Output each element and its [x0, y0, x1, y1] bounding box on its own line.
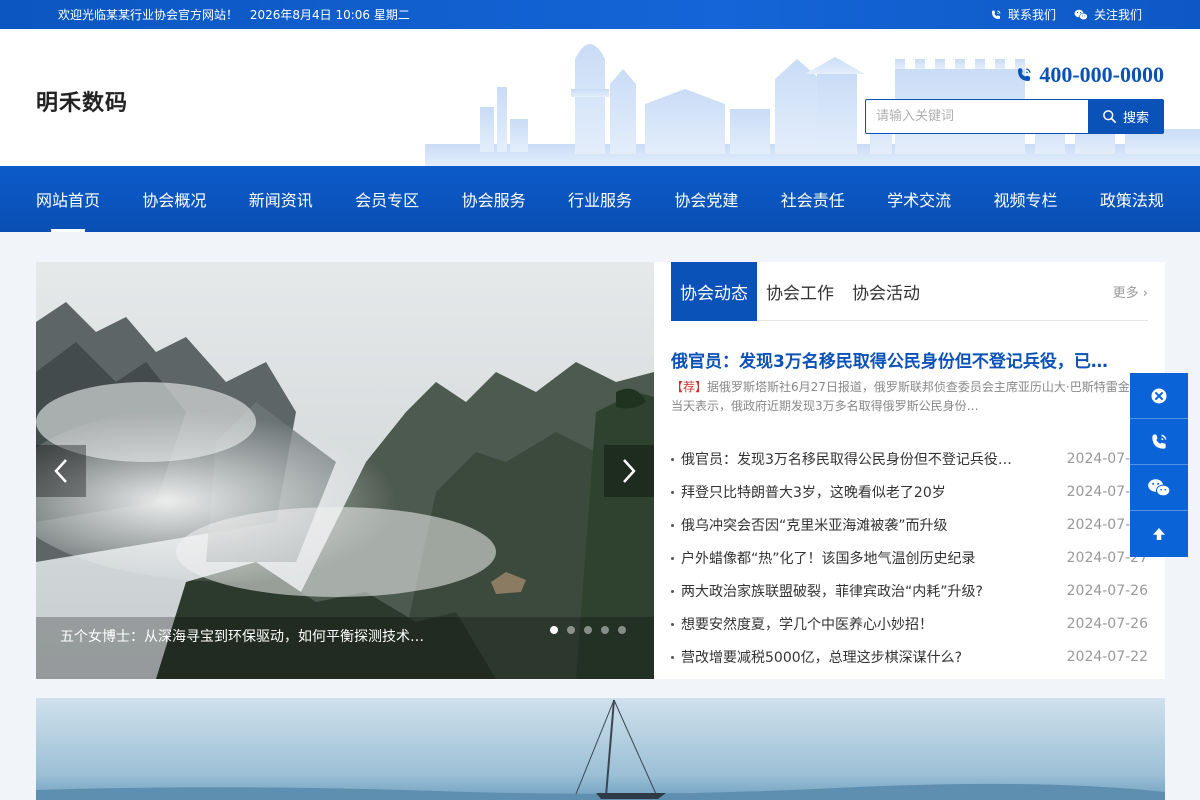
nav-item-about[interactable]: 协会概况 [142, 166, 206, 232]
back-to-top-button[interactable] [1130, 511, 1188, 557]
main-section: 五个女博士：从深海寻宝到环保驱动，如何平衡探测技术… 协会动态 协会工作 协会活… [36, 261, 1165, 679]
close-floatbar-button[interactable] [1130, 373, 1188, 419]
slider-dot[interactable] [584, 626, 592, 634]
wechat-icon [1148, 478, 1171, 496]
slider-dot[interactable] [567, 626, 575, 634]
list-item-title[interactable]: 两大政治家族联盟破裂，菲律宾政治“内耗”升级? [671, 581, 1051, 601]
nav-item-party-building[interactable]: 协会党建 [674, 166, 738, 232]
search-box: 搜索 [865, 99, 1164, 134]
search-button-label: 搜索 [1122, 111, 1149, 126]
city-skyline-illustration [425, 44, 1200, 166]
mountain-photo [36, 262, 654, 679]
secondary-banner[interactable] [36, 698, 1165, 800]
search-icon [1103, 110, 1116, 123]
main-nav: 网站首页 协会概况 新闻资讯 会员专区 协会服务 行业服务 协会党建 社会责任 … [0, 166, 1200, 232]
floating-toolbar [1130, 373, 1188, 557]
tab-association-work[interactable]: 协会工作 [757, 262, 843, 321]
chevron-left-icon [54, 459, 67, 483]
phone-icon [991, 10, 1001, 19]
slider-dot[interactable] [601, 626, 609, 634]
list-item[interactable]: 想要安然度夏，学几个中医养心小妙招！ 2024-07-26 [671, 607, 1148, 640]
nav-item-news[interactable]: 新闻资讯 [249, 166, 313, 232]
nav-item-social-responsibility[interactable]: 社会责任 [781, 166, 845, 232]
tab-association-news[interactable]: 协会动态 [671, 261, 757, 321]
welcome-text: 欢迎光临某某行业协会官方网站！ [58, 8, 239, 22]
list-item[interactable]: 俄官员：发现3万名移民取得公民身份但不登记兵役… 2024-07-28 [671, 442, 1148, 475]
news-tabs: 协会动态 协会工作 协会活动 更多 › [671, 261, 1148, 321]
site-header: 明禾数码 400-000-0000 搜索 [0, 29, 1200, 166]
list-item-date: 2024-07-26 [1066, 582, 1148, 599]
top-bar: 欢迎光临某某行业协会官方网站！ 2026年8月4日 10:06 星期二 联系我们… [0, 0, 1200, 29]
search-button[interactable]: 搜索 [1088, 100, 1163, 133]
nav-item-members[interactable]: 会员专区 [355, 166, 419, 232]
list-item[interactable]: 俄乌冲突会否因“克里米亚海滩被袭”而升级 2024-07-27 [671, 508, 1148, 541]
nav-item-association-services[interactable]: 协会服务 [462, 166, 526, 232]
list-item-title[interactable]: 营改增要减税5000亿，总理这步棋深谋什么? [671, 647, 1051, 667]
phone-icon [1152, 434, 1167, 449]
contact-label: 联系我们 [1007, 8, 1056, 22]
summary-text: 据俄罗斯塔斯社6月27日报道，俄罗斯联邦侦查委员会主席亚历山大·巴斯特雷金当天表… [671, 380, 1130, 413]
list-item-date: 2024-07-22 [1066, 648, 1148, 665]
featured-summary: 【荐】据俄罗斯塔斯社6月27日报道，俄罗斯联邦侦查委员会主席亚历山大·巴斯特雷金… [671, 378, 1141, 416]
sailboat-photo [36, 698, 1165, 800]
list-item[interactable]: 两大政治家族联盟破裂，菲律宾政治“内耗”升级? 2024-07-26 [671, 574, 1148, 607]
list-item[interactable]: 营改增要减税5000亿，总理这步棋深谋什么? 2024-07-22 [671, 640, 1148, 673]
more-link[interactable]: 更多 › [1113, 282, 1148, 301]
news-panel: 协会动态 协会工作 协会活动 更多 › 俄官员：发现3万名移民取得公民身份但不登… [654, 261, 1165, 679]
list-item-date: 2024-07-26 [1066, 615, 1148, 632]
recommend-tag: 【荐】 [671, 380, 708, 394]
image-slider[interactable]: 五个女博士：从深海寻宝到环保驱动，如何平衡探测技术… [36, 262, 654, 679]
follow-label: 关注我们 [1093, 8, 1142, 22]
list-item-title[interactable]: 俄官员：发现3万名移民取得公民身份但不登记兵役… [671, 449, 1051, 469]
search-input[interactable] [866, 100, 1088, 133]
datetime-text: 2026年8月4日 10:06 星期二 [249, 8, 410, 22]
news-list: 俄官员：发现3万名移民取得公民身份但不登记兵役… 2024-07-28 拜登只比特… [671, 442, 1148, 673]
list-item-title[interactable]: 户外蜡像都“热”化了！该国多地气温创历史纪录 [671, 548, 1051, 568]
nav-item-industry-services[interactable]: 行业服务 [568, 166, 632, 232]
nav-item-policy[interactable]: 政策法规 [1100, 166, 1164, 232]
list-item[interactable]: 拜登只比特朗普大3岁，这晚看似老了20岁 2024-07-28 [671, 475, 1148, 508]
follow-link[interactable]: 关注我们 [1074, 6, 1142, 23]
nav-item-video[interactable]: 视频专栏 [994, 166, 1058, 232]
list-item-title[interactable]: 拜登只比特朗普大3岁，这晚看似老了20岁 [671, 482, 1051, 502]
slider-prev-button[interactable] [36, 445, 86, 497]
arrow-up-icon [1153, 528, 1165, 540]
slider-next-button[interactable] [604, 445, 654, 497]
featured-headline[interactable]: 俄官员：发现3万名移民取得公民身份但不登记兵役，已… [671, 347, 1141, 372]
site-logo[interactable]: 明禾数码 [36, 85, 128, 117]
slider-dot[interactable] [618, 626, 626, 634]
hotline-number: 400-000-0000 [1039, 62, 1164, 87]
wechat-button[interactable] [1130, 465, 1188, 511]
tab-association-events[interactable]: 协会活动 [843, 262, 929, 321]
phone-button[interactable] [1130, 419, 1188, 465]
slider-dots [550, 626, 626, 634]
chevron-right-icon [623, 459, 636, 483]
slider-dot[interactable] [550, 626, 558, 634]
phone-icon [1018, 68, 1032, 81]
close-circle-icon [1151, 388, 1167, 403]
hotline: 400-000-0000 [1015, 62, 1164, 88]
nav-item-academic[interactable]: 学术交流 [887, 166, 951, 232]
list-item-title[interactable]: 俄乌冲突会否因“克里米亚海滩被袭”而升级 [671, 515, 1051, 535]
wechat-icon [1074, 9, 1088, 20]
welcome-area: 欢迎光临某某行业协会官方网站！ 2026年8月4日 10:06 星期二 [58, 6, 410, 23]
contact-link[interactable]: 联系我们 [990, 6, 1056, 23]
top-links: 联系我们 关注我们 [990, 6, 1142, 23]
list-item[interactable]: 户外蜡像都“热”化了！该国多地气温创历史纪录 2024-07-27 [671, 541, 1148, 574]
slide-caption[interactable]: 五个女博士：从深海寻宝到环保驱动，如何平衡探测技术… [60, 626, 424, 646]
list-item-title[interactable]: 想要安然度夏，学几个中医养心小妙招！ [671, 614, 1051, 634]
nav-item-home[interactable]: 网站首页 [36, 166, 100, 232]
